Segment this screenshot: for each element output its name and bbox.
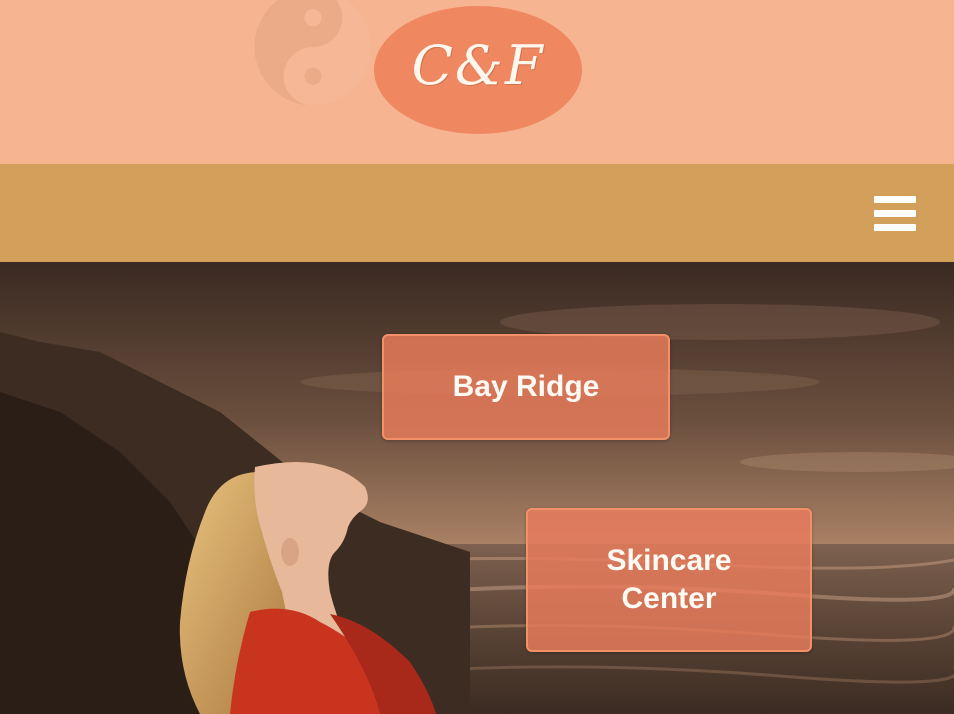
menu-bar-top [874, 196, 916, 203]
bay-ridge-label: Bay Ridge [452, 370, 600, 403]
skincare-center-button[interactable]: Skincare Center [526, 508, 812, 652]
header-band: C&F [0, 0, 954, 164]
nav-bar [0, 164, 954, 262]
logo-text: C&F [411, 33, 545, 97]
menu-bar-bottom [874, 224, 916, 231]
site-logo[interactable]: C&F [374, 6, 582, 134]
skincare-center-label: Skincare Center [606, 544, 732, 615]
hero-section: Bay Ridge Skincare Center [0, 262, 954, 714]
hamburger-menu-icon[interactable] [870, 194, 918, 234]
yin-yang-icon [254, 0, 372, 106]
menu-bar-middle [874, 210, 916, 217]
bay-ridge-button[interactable]: Bay Ridge [382, 334, 670, 440]
